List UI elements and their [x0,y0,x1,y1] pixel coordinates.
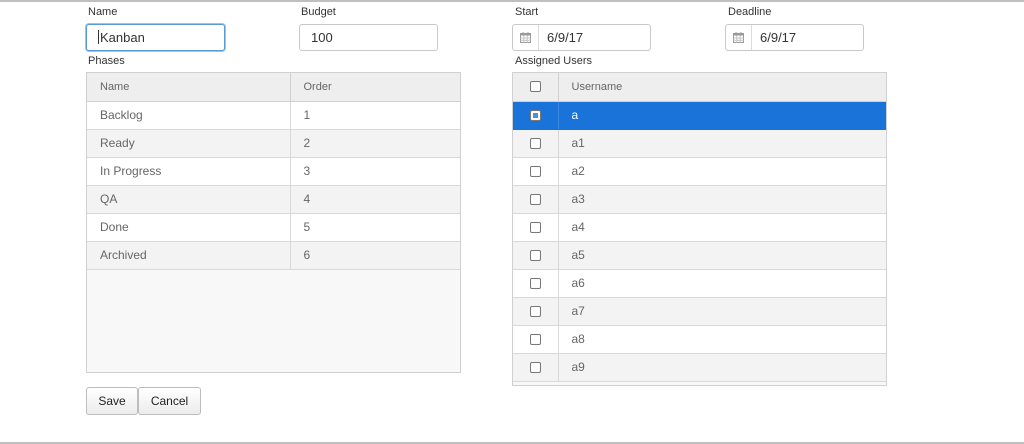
phase-name-cell: In Progress [87,157,291,186]
calendar-icon[interactable] [726,25,752,50]
row-checkbox-cell[interactable] [513,101,559,130]
table-row[interactable]: a4 [513,213,886,242]
phases-grid: Name Order Backlog 1 Ready 2 In Progress… [86,72,461,373]
row-checkbox-cell[interactable] [513,213,559,242]
row-checkbox-cell[interactable] [513,269,559,298]
budget-input[interactable]: 100 [299,24,438,51]
checkbox-icon[interactable] [529,362,541,374]
username-cell: a [558,101,886,130]
table-row[interactable]: a6 [513,269,886,298]
start-label: Start [515,6,539,18]
table-row[interactable]: a3 [513,185,886,214]
checkbox-icon[interactable] [529,194,541,206]
checkbox-icon[interactable] [529,110,541,122]
table-row[interactable]: a2 [513,157,886,186]
save-button[interactable]: Save [86,387,138,415]
phase-order-cell: 3 [290,157,460,186]
table-row[interactable]: Ready 2 [87,129,460,158]
row-checkbox-cell[interactable] [513,129,559,158]
phase-name-cell: Ready [87,129,291,158]
row-checkbox-cell[interactable] [513,353,559,382]
select-all-checkbox[interactable] [513,73,559,102]
start-date-value: 6/9/17 [547,30,584,45]
budget-label: Budget [301,6,336,18]
name-input-value: Kanban [100,30,145,45]
budget-input-value: 100 [311,30,333,45]
table-row[interactable]: a9 [513,353,886,382]
table-row[interactable]: Archived 6 [87,241,460,270]
username-cell: a1 [558,129,886,158]
username-cell: a8 [558,325,886,354]
table-row[interactable]: In Progress 3 [87,157,460,186]
checkbox-icon[interactable] [529,334,541,346]
phase-name-cell: Done [87,213,291,242]
table-row[interactable]: a1 [513,129,886,158]
name-label: Name [88,6,118,18]
phase-order-cell: 1 [290,101,460,130]
text-caret [98,30,99,44]
users-column-username[interactable]: Username [558,73,886,102]
calendar-icon[interactable] [513,25,539,50]
table-row[interactable]: a8 [513,325,886,354]
phase-order-cell: 2 [290,129,460,158]
start-date-input[interactable]: 6/9/17 [512,24,651,51]
deadline-date-input[interactable]: 6/9/17 [725,24,864,51]
phase-order-cell: 5 [290,213,460,242]
phase-name-cell: QA [87,185,291,214]
deadline-label: Deadline [728,6,772,18]
row-checkbox-cell[interactable] [513,157,559,186]
row-checkbox-cell[interactable] [513,325,559,354]
project-edit-form: Name Kanban Budget 100 Start 6/9/17 Dead… [0,0,1024,444]
row-checkbox-cell[interactable] [513,241,559,270]
username-cell: a2 [558,157,886,186]
checkbox-icon[interactable] [529,250,541,262]
username-cell: a9 [558,353,886,382]
table-row[interactable]: a7 [513,297,886,326]
cancel-button[interactable]: Cancel [138,387,201,415]
phases-column-name[interactable]: Name [87,73,291,102]
username-cell: a4 [558,213,886,242]
phase-name-cell: Backlog [87,101,291,130]
checkbox-icon[interactable] [529,306,541,318]
assigned-users-grid: Username a a1 a2 a3 a4 a5 a6 a7 a8 a9 [512,72,887,386]
checkbox-icon[interactable] [529,222,541,234]
table-row[interactable]: Backlog 1 [87,101,460,130]
username-cell: a5 [558,241,886,270]
username-cell: a3 [558,185,886,214]
username-cell: a7 [558,297,886,326]
assigned-users-label: Assigned Users [515,55,593,67]
phases-column-order[interactable]: Order [290,73,460,102]
table-row[interactable]: Done 5 [87,213,460,242]
checkbox-icon[interactable] [529,278,541,290]
username-cell: a6 [558,269,886,298]
phases-label: Phases [88,55,125,67]
row-checkbox-cell[interactable] [513,297,559,326]
checkbox-icon[interactable] [529,166,541,178]
checkbox-icon[interactable] [529,81,541,93]
table-row[interactable]: QA 4 [87,185,460,214]
row-checkbox-cell[interactable] [513,185,559,214]
table-row[interactable]: a5 [513,241,886,270]
table-row[interactable]: a [513,101,886,130]
checkbox-icon[interactable] [529,138,541,150]
phase-order-cell: 6 [290,241,460,270]
name-input[interactable]: Kanban [86,24,225,51]
phase-name-cell: Archived [87,241,291,270]
phase-order-cell: 4 [290,185,460,214]
deadline-date-value: 6/9/17 [760,30,797,45]
